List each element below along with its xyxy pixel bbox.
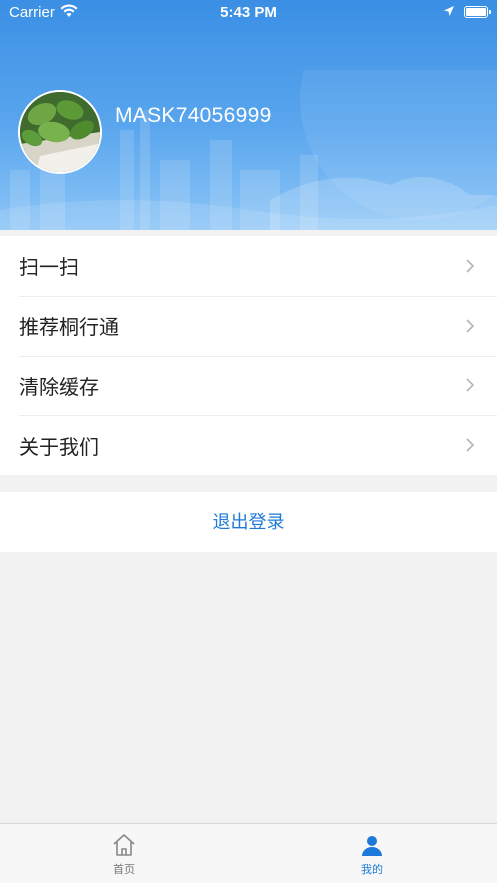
user-icon bbox=[362, 836, 382, 856]
battery-icon bbox=[464, 6, 491, 18]
home-icon bbox=[113, 834, 135, 856]
tab-label: 我的 bbox=[361, 864, 383, 876]
menu-item-label: 清除缓存 bbox=[19, 376, 99, 399]
plant-photo-image bbox=[20, 92, 100, 172]
status-time: 5:43 PM bbox=[220, 4, 277, 21]
logout-button[interactable]: 退出登录 bbox=[0, 492, 497, 552]
tab-bar: 首页 我的 bbox=[0, 823, 497, 883]
menu-item-label: 推荐桐行通 bbox=[19, 317, 119, 340]
menu-item-recommend[interactable]: 推荐桐行通 bbox=[0, 295, 497, 356]
status-bar: Carrier 5:43 PM bbox=[0, 0, 497, 26]
username: MASK74056999 bbox=[115, 104, 272, 127]
chevron-right-icon bbox=[466, 378, 475, 392]
tab-home[interactable]: 首页 bbox=[84, 832, 164, 877]
menu-item-label: 扫一扫 bbox=[19, 257, 79, 280]
chevron-right-icon bbox=[466, 438, 475, 452]
location-arrow-icon bbox=[444, 6, 454, 16]
tab-label: 首页 bbox=[113, 864, 135, 876]
menu-item-label: 关于我们 bbox=[19, 436, 99, 459]
menu-item-scan[interactable]: 扫一扫 bbox=[0, 236, 497, 296]
settings-menu: 扫一扫 推荐桐行通 清除缓存 关于我们 bbox=[0, 236, 497, 475]
tab-mine[interactable]: 我的 bbox=[332, 832, 412, 877]
chevron-right-icon bbox=[466, 319, 475, 333]
profile-header: Carrier 5:43 PM MASK74056999 bbox=[0, 0, 497, 230]
menu-item-about[interactable]: 关于我们 bbox=[0, 415, 497, 475]
menu-item-clear-cache[interactable]: 清除缓存 bbox=[0, 355, 497, 416]
avatar[interactable] bbox=[18, 90, 102, 174]
chevron-right-icon bbox=[466, 259, 475, 273]
